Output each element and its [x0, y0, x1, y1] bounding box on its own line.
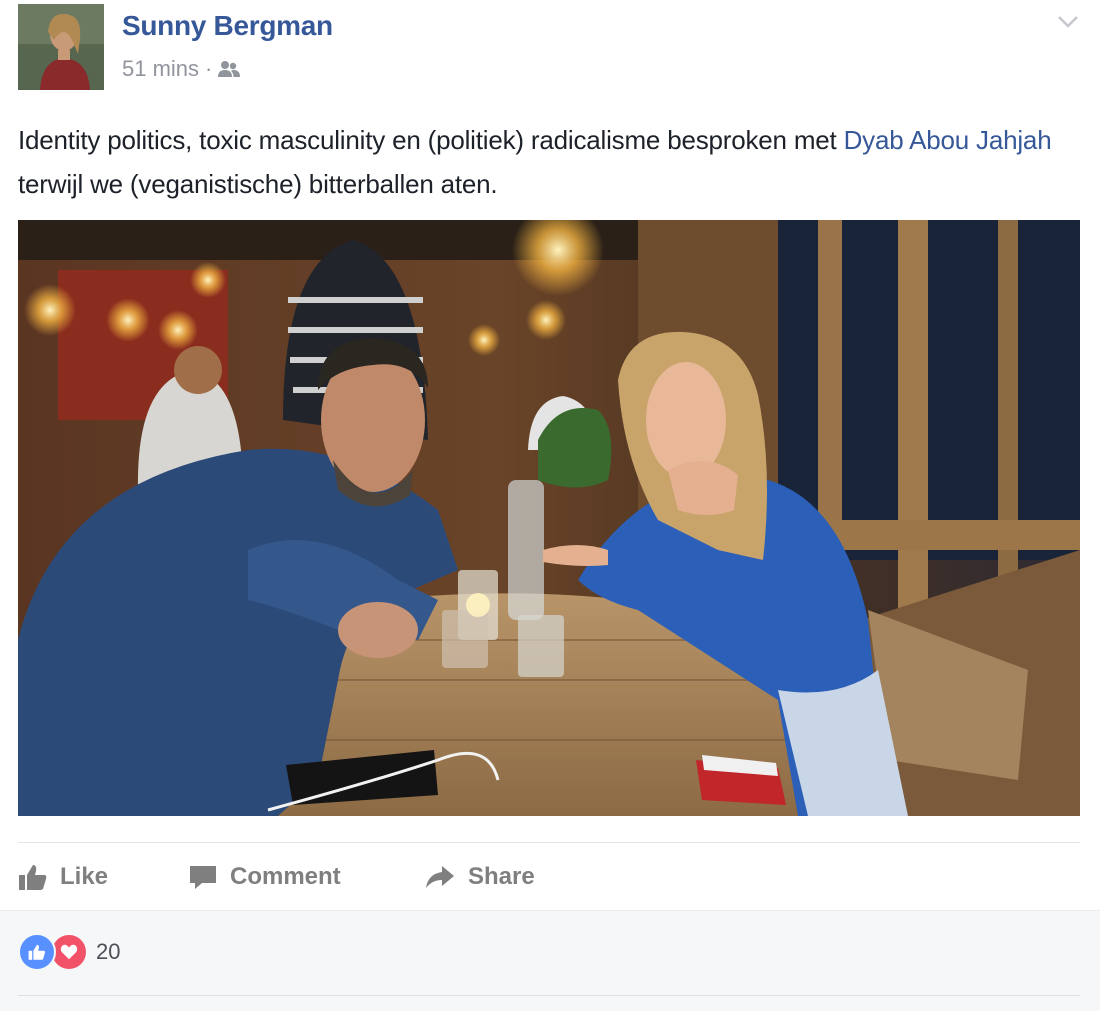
- thumbs-up-icon: [19, 865, 47, 890]
- comment-icon: [190, 866, 216, 889]
- meta-separator: ·: [205, 56, 213, 81]
- comment-label: Comment: [230, 863, 341, 890]
- post-text-after: terwijl we (veganistische) bitterballen …: [18, 169, 498, 199]
- friends-icon[interactable]: [218, 60, 241, 78]
- comment-button[interactable]: Comment: [188, 855, 341, 899]
- divider: [18, 842, 1080, 843]
- avatar[interactable]: [18, 4, 104, 90]
- post-text-before: Identity politics, toxic masculinity en …: [18, 125, 844, 155]
- profile-photo: [18, 4, 104, 90]
- share-button[interactable]: Share: [424, 855, 535, 899]
- divider: [18, 995, 1080, 996]
- mention-link[interactable]: Dyab Abou Jahjah: [844, 125, 1052, 155]
- reactions-bar: 20: [0, 910, 1100, 1011]
- timestamp[interactable]: 51 mins: [122, 56, 199, 82]
- restaurant-photo: [18, 220, 1080, 816]
- share-arrow-icon: [426, 866, 454, 888]
- share-label: Share: [468, 863, 535, 890]
- post-text: Identity politics, toxic masculinity en …: [18, 118, 1088, 206]
- reaction-summary[interactable]: 20: [18, 933, 120, 971]
- feed-post: Sunny Bergman 51 mins · Identity politic…: [0, 0, 1100, 1011]
- thumbs-up-icon: [28, 944, 45, 960]
- like-label: Like: [60, 863, 109, 890]
- post-meta: 51 mins ·: [122, 56, 241, 82]
- post-photo[interactable]: [18, 220, 1080, 816]
- chevron-down-icon[interactable]: [1056, 12, 1080, 32]
- like-reaction-icon: [18, 933, 56, 971]
- heart-icon: [60, 944, 78, 960]
- reaction-count[interactable]: 20: [96, 939, 120, 965]
- like-button[interactable]: Like: [18, 855, 108, 899]
- author-name[interactable]: Sunny Bergman: [122, 10, 333, 42]
